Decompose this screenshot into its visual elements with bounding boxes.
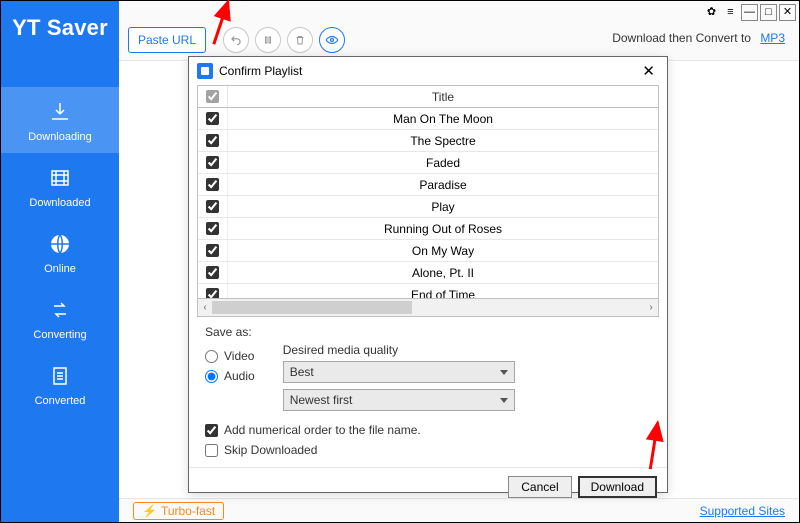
row-title: The Spectre	[228, 134, 658, 148]
row-checkbox[interactable]	[206, 244, 219, 257]
row-checkbox[interactable]	[206, 288, 219, 298]
sidebar-item-converting[interactable]: Converting	[1, 285, 119, 351]
select-all-checkbox[interactable]	[198, 86, 228, 107]
add-num-checkbox[interactable]	[205, 424, 218, 437]
maximize-button[interactable]: □	[760, 4, 777, 21]
dialog-settings: Save as: Video Audio Desired media quali…	[189, 317, 667, 467]
playlist-table: Title Man On The Moon The Spectre Faded …	[197, 85, 659, 317]
confirm-playlist-dialog: Confirm Playlist ✕ Title Man On The Moon…	[188, 56, 668, 493]
sidebar-item-label: Online	[44, 263, 76, 275]
dialog-button-row: Cancel Download	[189, 467, 667, 506]
bolt-icon: ⚡	[142, 504, 157, 518]
row-checkbox[interactable]	[206, 178, 219, 191]
sidebar-item-label: Downloading	[28, 131, 92, 143]
row-title: Faded	[228, 156, 658, 170]
sidebar-item-downloaded[interactable]: Downloaded	[1, 153, 119, 219]
window-controls: ✿ ≡ — □ ✕	[701, 4, 796, 21]
quality-label: Desired media quality	[283, 343, 515, 357]
table-row[interactable]: On My Way	[198, 240, 658, 262]
sidebar-item-label: Converted	[35, 395, 86, 407]
row-checkbox[interactable]	[206, 222, 219, 235]
nav: Downloading Downloaded Online Converting…	[1, 87, 119, 417]
dialog-icon	[197, 63, 213, 79]
scroll-thumb[interactable]	[212, 301, 412, 314]
scroll-right-icon[interactable]: ›	[644, 299, 658, 316]
table-row[interactable]: The Spectre	[198, 130, 658, 152]
sort-dropdown[interactable]: Newest first	[283, 389, 515, 411]
supported-sites-link[interactable]: Supported Sites	[700, 504, 785, 518]
sidebar-item-converted[interactable]: Converted	[1, 351, 119, 417]
scroll-left-icon[interactable]: ‹	[198, 299, 212, 316]
audio-radio[interactable]	[205, 370, 218, 383]
row-checkbox[interactable]	[206, 200, 219, 213]
skip-checkbox-row[interactable]: Skip Downloaded	[205, 443, 651, 457]
row-title: Running Out of Roses	[228, 222, 658, 236]
quality-dropdown[interactable]: Best	[283, 361, 515, 383]
dialog-titlebar: Confirm Playlist ✕	[189, 57, 667, 85]
app-title: YT Saver	[12, 1, 108, 51]
table-row[interactable]: Faded	[198, 152, 658, 174]
undo-button[interactable]	[223, 27, 249, 53]
audio-radio-row[interactable]: Audio	[205, 369, 255, 383]
table-row[interactable]: Alone, Pt. II	[198, 262, 658, 284]
menu-icon[interactable]: ≡	[722, 4, 739, 21]
sidebar-item-label: Downloaded	[29, 197, 90, 209]
row-title: End of Time	[228, 288, 658, 299]
row-title: Paradise	[228, 178, 658, 192]
dialog-title: Confirm Playlist	[219, 64, 302, 78]
table-row[interactable]: Man On The Moon	[198, 108, 658, 130]
pause-button[interactable]	[255, 27, 281, 53]
table-row[interactable]: Play	[198, 196, 658, 218]
table-header: Title	[198, 86, 658, 108]
horizontal-scrollbar[interactable]: ‹ ›	[198, 298, 658, 316]
close-button[interactable]: ✕	[779, 4, 796, 21]
cancel-button[interactable]: Cancel	[508, 476, 571, 498]
globe-icon	[44, 229, 76, 259]
minimize-button[interactable]: —	[741, 4, 758, 21]
add-num-checkbox-row[interactable]: Add numerical order to the file name.	[205, 423, 651, 437]
sidebar: YT Saver Downloading Downloaded Online C…	[1, 1, 119, 522]
eye-button[interactable]	[319, 27, 345, 53]
download-icon	[44, 97, 76, 127]
column-title: Title	[228, 90, 658, 104]
dialog-close-button[interactable]: ✕	[638, 64, 659, 79]
row-checkbox[interactable]	[206, 266, 219, 279]
row-title: On My Way	[228, 244, 658, 258]
topbar: Paste URL Download then Convert to MP3 ✿…	[119, 1, 799, 61]
convert-row: Download then Convert to MP3	[612, 31, 785, 45]
film-icon	[44, 163, 76, 193]
sidebar-item-downloading[interactable]: Downloading	[1, 87, 119, 153]
table-row[interactable]: End of Time	[198, 284, 658, 298]
refresh-icon	[44, 295, 76, 325]
save-as-label: Save as:	[205, 325, 651, 339]
table-row[interactable]: Paradise	[198, 174, 658, 196]
document-icon	[44, 361, 76, 391]
row-title: Man On The Moon	[228, 112, 658, 126]
row-checkbox[interactable]	[206, 156, 219, 169]
trash-button[interactable]	[287, 27, 313, 53]
row-title: Play	[228, 200, 658, 214]
video-radio-row[interactable]: Video	[205, 349, 255, 363]
row-title: Alone, Pt. II	[228, 266, 658, 280]
convert-label: Download then Convert to	[612, 31, 751, 45]
convert-format-link[interactable]: MP3	[760, 31, 785, 45]
paste-url-button[interactable]: Paste URL	[128, 27, 206, 53]
row-checkbox[interactable]	[206, 134, 219, 147]
skip-checkbox[interactable]	[205, 444, 218, 457]
row-checkbox[interactable]	[206, 112, 219, 125]
sidebar-item-online[interactable]: Online	[1, 219, 119, 285]
sidebar-item-label: Converting	[33, 329, 86, 341]
download-button[interactable]: Download	[578, 476, 657, 498]
table-row[interactable]: Running Out of Roses	[198, 218, 658, 240]
settings-icon[interactable]: ✿	[703, 4, 720, 21]
video-radio[interactable]	[205, 350, 218, 363]
